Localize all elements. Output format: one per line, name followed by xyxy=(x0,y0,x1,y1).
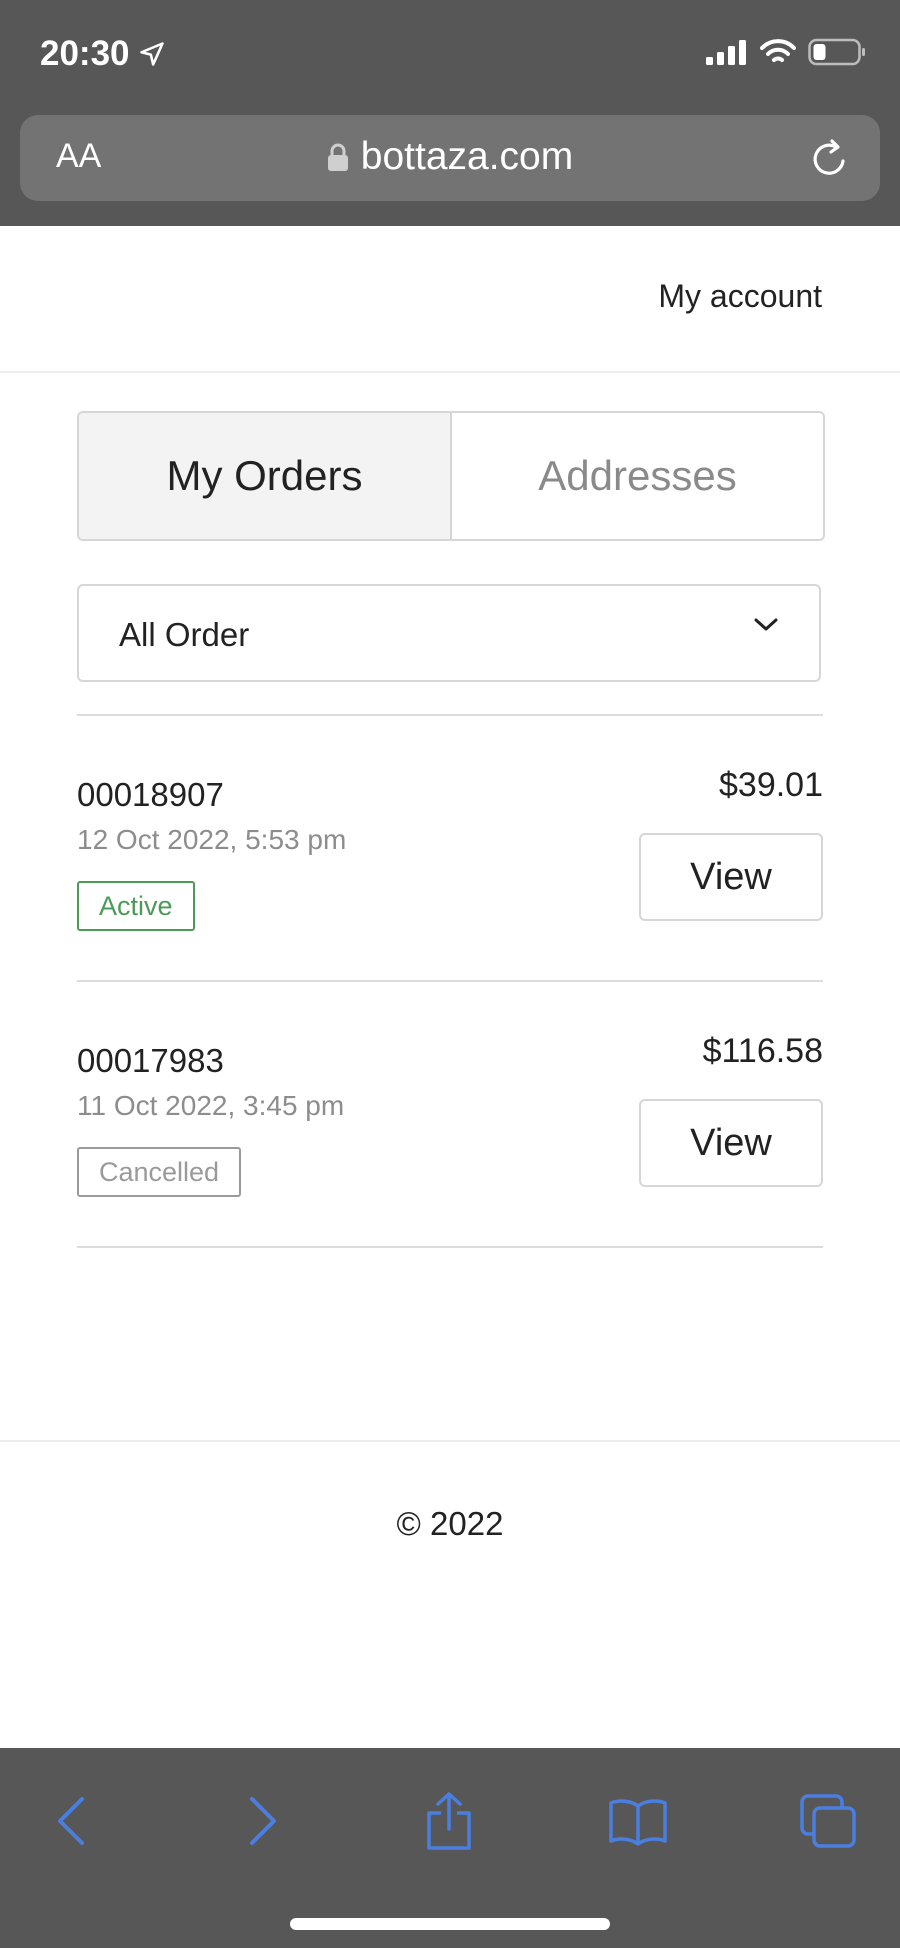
home-indicator[interactable] xyxy=(290,1918,610,1930)
wifi-icon xyxy=(760,39,796,62)
tabs-button[interactable] xyxy=(793,1786,863,1856)
forward-button[interactable] xyxy=(228,1786,298,1856)
back-button[interactable] xyxy=(36,1786,106,1856)
back-icon xyxy=(58,1797,84,1845)
order-filter-value: All Order xyxy=(119,616,250,653)
forward-icon xyxy=(250,1797,276,1845)
order-number: 00017983 xyxy=(77,1042,224,1079)
status-time: 20:30 xyxy=(40,34,166,74)
my-account-link[interactable]: My account xyxy=(658,278,822,315)
order-price: $116.58 xyxy=(702,1032,823,1070)
order-date: 12 Oct 2022, 5:53 pm xyxy=(77,824,347,855)
share-icon xyxy=(427,1792,471,1850)
copyright-text: © 2022 xyxy=(396,1505,504,1542)
location-arrow-icon xyxy=(139,42,164,66)
bookmarks-icon xyxy=(609,1799,667,1846)
tab-my-orders[interactable]: My Orders xyxy=(79,413,452,539)
status-icons xyxy=(706,38,866,66)
lock-icon xyxy=(327,143,348,171)
url-display[interactable]: bottaza.com xyxy=(20,135,880,179)
reload-button[interactable] xyxy=(810,137,850,184)
order-item: 00018907 12 Oct 2022, 5:53 pm Active $39… xyxy=(77,716,823,966)
footer-divider xyxy=(0,1440,900,1442)
order-item: 00017983 11 Oct 2022, 3:45 pm Cancelled … xyxy=(77,982,823,1232)
tabs-icon xyxy=(800,1794,856,1848)
bookmarks-button[interactable] xyxy=(603,1786,673,1856)
view-order-button[interactable]: View xyxy=(639,1099,823,1187)
order-price: $39.01 xyxy=(719,766,823,804)
url-domain: bottaza.com xyxy=(360,135,574,178)
signal-icon xyxy=(706,40,746,65)
browser-toolbar xyxy=(0,1748,900,1948)
order-date: 11 Oct 2022, 3:45 pm xyxy=(77,1090,345,1121)
order-number: 00018907 xyxy=(77,776,224,813)
status-badge: Active xyxy=(77,881,195,931)
site-header: My account xyxy=(0,226,900,373)
browser-top-chrome: 20:30 AA bottaza.com xyxy=(0,0,900,226)
account-tabs: My Orders Addresses xyxy=(77,411,825,541)
order-filter-select[interactable]: All Order xyxy=(77,584,821,682)
view-order-button[interactable]: View xyxy=(639,833,823,921)
share-button[interactable] xyxy=(414,1786,484,1856)
reload-icon xyxy=(813,139,845,175)
status-badge: Cancelled xyxy=(77,1147,242,1197)
url-bar[interactable]: AA bottaza.com xyxy=(20,115,880,201)
chevron-down-icon xyxy=(754,618,778,631)
status-time-text: 20:30 xyxy=(40,34,130,73)
tab-addresses[interactable]: Addresses xyxy=(452,413,823,539)
divider xyxy=(77,1246,823,1248)
battery-icon xyxy=(808,38,865,66)
